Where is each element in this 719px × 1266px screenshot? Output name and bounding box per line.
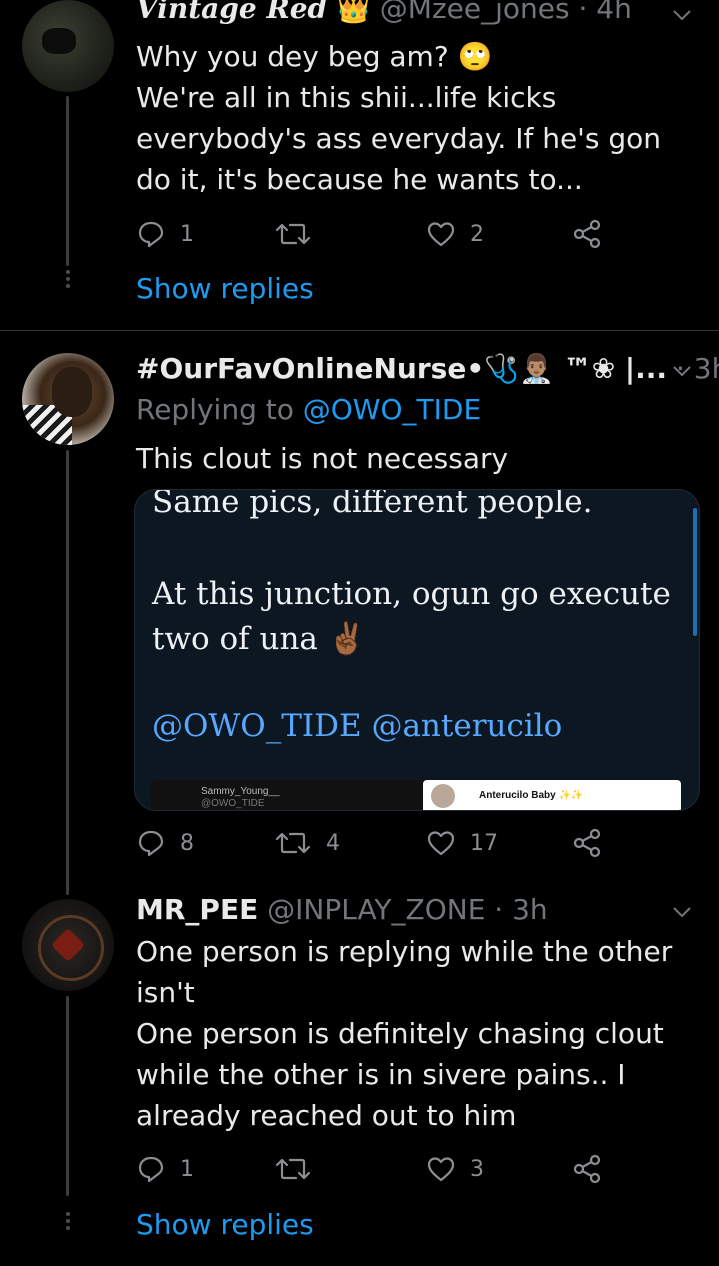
display-name[interactable]: Vintage Red	[136, 0, 327, 25]
quote-line: two of una ✌🏾	[152, 621, 367, 657]
retweet-button[interactable]: 4	[274, 826, 340, 860]
quote-mentions: @OWO_TIDE @anterucilo	[152, 708, 563, 744]
show-replies-link[interactable]: Show replies	[136, 272, 314, 305]
handle[interactable]: @Mzee_jones	[380, 0, 570, 25]
share-button[interactable]	[572, 1152, 602, 1186]
tweet-header: Vintage Red 👑 @Mzee_jones · 4h	[136, 0, 632, 25]
share-icon	[573, 219, 601, 249]
display-name[interactable]: #OurFavOnlineNurse•🩺👨🏽‍⚕️ ™❀ |...	[136, 352, 667, 385]
chevron-down-icon[interactable]	[671, 4, 693, 26]
reply-button[interactable]: 1	[136, 217, 194, 251]
crown-emoji: 👑	[336, 0, 371, 25]
handle[interactable]: @INPLAY_ZONE	[267, 893, 485, 926]
reply-icon	[138, 221, 164, 248]
thumbnail-handle: @OWO_TIDE	[201, 798, 265, 809]
timestamp: · 4h	[578, 0, 632, 25]
heart-icon	[427, 222, 455, 247]
like-button[interactable]: 3	[426, 1152, 484, 1186]
replying-to: Replying to @OWO_TIDE	[136, 393, 481, 426]
divider	[0, 330, 719, 331]
avatar[interactable]	[22, 0, 114, 92]
tweet-text: Why you dey beg am? 🙄 We're all in this …	[136, 40, 662, 196]
avatar[interactable]	[22, 899, 114, 991]
thread-dots	[66, 270, 70, 291]
tweet-header: #OurFavOnlineNurse•🩺👨🏽‍⚕️ ™❀ |... · 3h	[136, 352, 719, 385]
scrollbar	[693, 508, 697, 636]
display-name[interactable]: MR_PEE	[136, 893, 258, 926]
retweet-icon	[275, 223, 311, 245]
reply-count: 8	[180, 830, 194, 856]
tweet-header: MR_PEE @INPLAY_ZONE · 3h	[136, 893, 548, 926]
heart-icon	[427, 1157, 455, 1182]
avatar[interactable]	[22, 353, 114, 445]
thumbnail: Anterucilo Baby ✨✨	[423, 780, 681, 810]
thread-line	[66, 450, 69, 895]
tweet-text: This clout is not necessary	[136, 442, 509, 475]
like-button[interactable]: 17	[426, 826, 498, 860]
replying-label: Replying to	[136, 393, 294, 426]
share-button[interactable]	[572, 217, 602, 251]
thread-line	[66, 96, 69, 266]
thumbnail-name: Sammy_Young__	[201, 786, 280, 797]
show-replies-link[interactable]: Show replies	[136, 1208, 314, 1241]
reply-count: 1	[180, 221, 194, 247]
retweet-button[interactable]	[274, 1152, 326, 1186]
thumbnail: Sammy_Young__ @OWO_TIDE	[151, 780, 427, 810]
chevron-down-icon[interactable]	[671, 901, 693, 923]
retweet-icon	[275, 1158, 311, 1180]
like-button[interactable]: 2	[426, 217, 484, 251]
share-icon	[573, 1154, 601, 1184]
quote-line: Same pics, different people.	[152, 489, 593, 520]
reply-button[interactable]: 1	[136, 1152, 194, 1186]
thumbnail-name: Anterucilo Baby ✨✨	[479, 790, 584, 801]
like-count: 2	[470, 221, 484, 247]
like-count: 3	[470, 1156, 484, 1182]
reply-button[interactable]: 8	[136, 826, 194, 860]
chevron-down-icon[interactable]	[671, 360, 693, 382]
quoted-tweet-image[interactable]: Same pics, different people. At this jun…	[134, 489, 700, 811]
thread-dots	[66, 1212, 70, 1233]
share-icon	[573, 828, 601, 858]
reply-icon	[138, 830, 164, 857]
retweet-icon	[275, 832, 311, 854]
reply-count: 1	[180, 1156, 194, 1182]
heart-icon	[427, 831, 455, 856]
tweet-text: One person is replying while the other i…	[136, 935, 673, 1132]
retweet-count: 4	[326, 830, 340, 856]
quote-line: At this junction, ogun go execute	[152, 576, 671, 612]
like-count: 17	[470, 830, 498, 856]
thread-line	[66, 996, 69, 1196]
share-button[interactable]	[572, 826, 602, 860]
retweet-button[interactable]	[274, 217, 326, 251]
timestamp: · 3h	[494, 893, 548, 926]
reply-icon	[138, 1156, 164, 1183]
replying-handle[interactable]: @OWO_TIDE	[303, 393, 481, 426]
